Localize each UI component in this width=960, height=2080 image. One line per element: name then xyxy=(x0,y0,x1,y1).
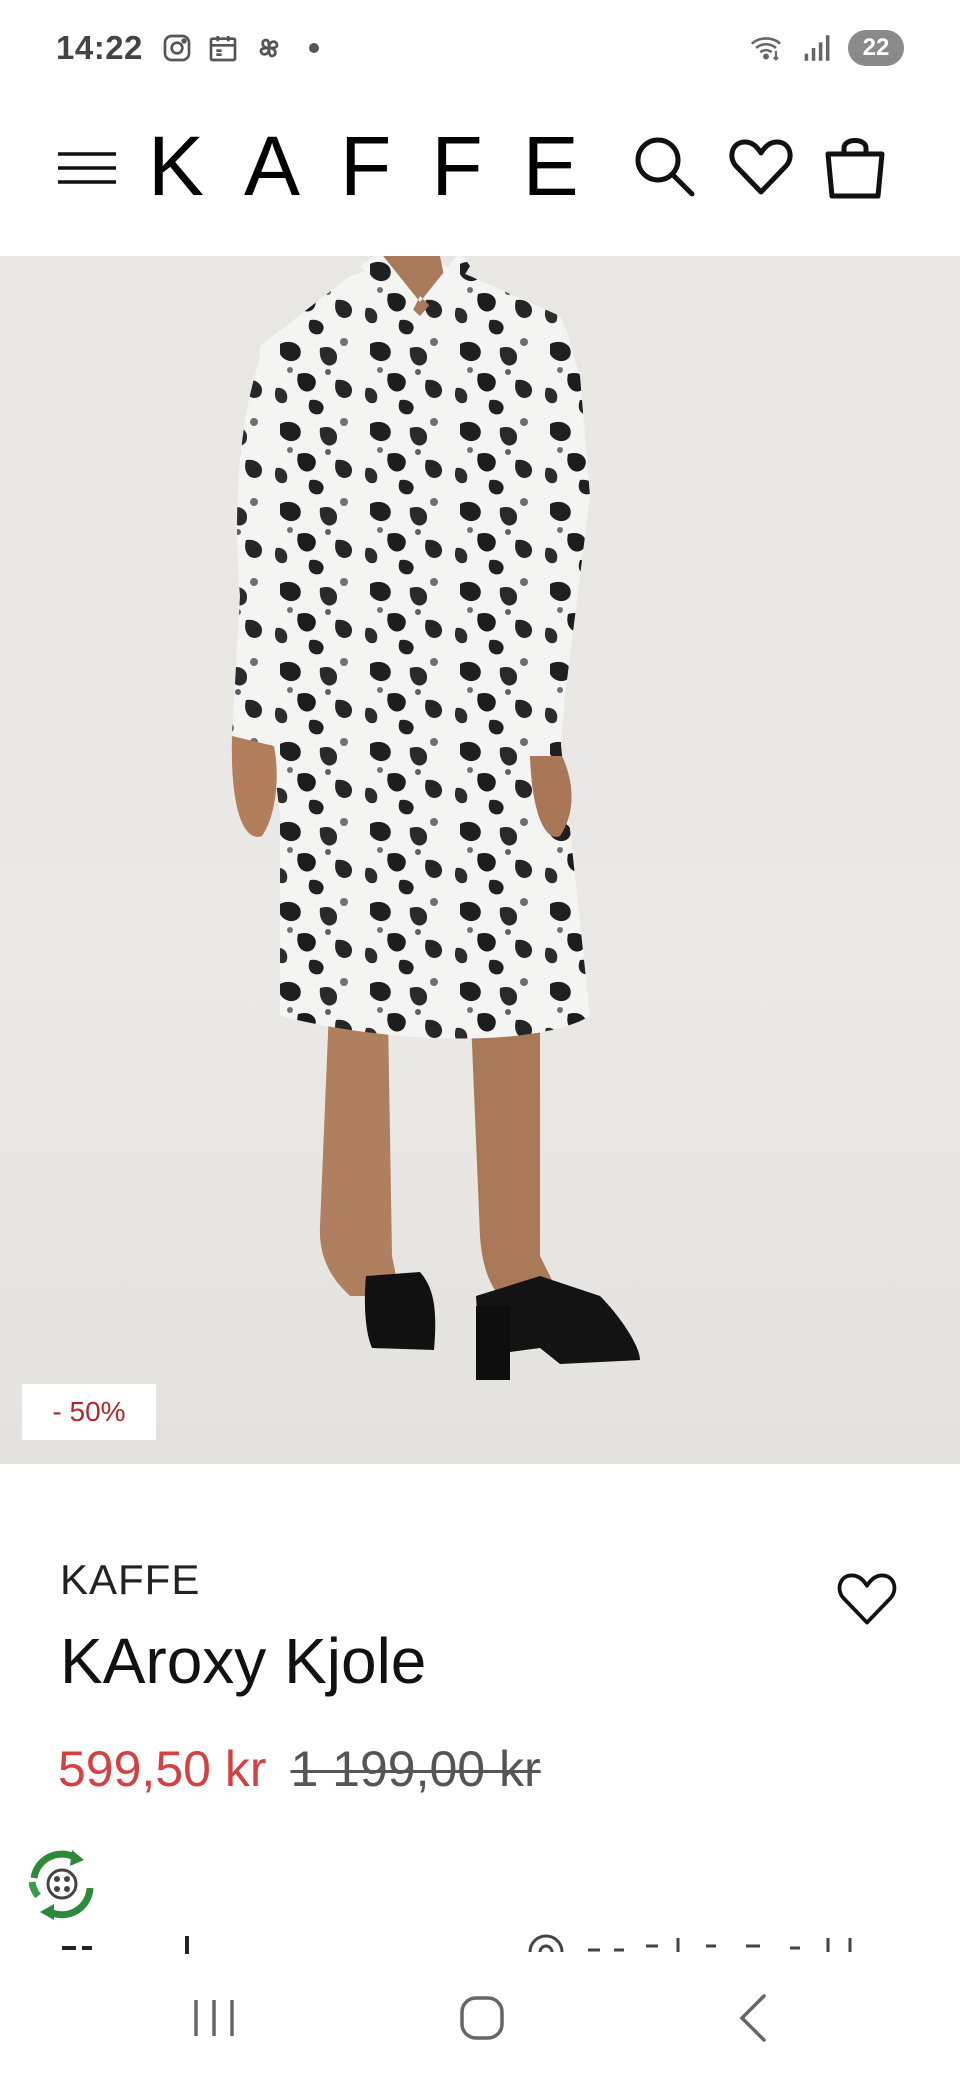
heart-icon[interactable] xyxy=(726,132,796,202)
home-icon[interactable] xyxy=(452,1990,512,2046)
more-notifications-dot xyxy=(308,43,319,53)
bag-icon[interactable] xyxy=(820,132,890,202)
notification-icons xyxy=(161,32,319,64)
status-bar: 14:22 22 xyxy=(0,0,960,96)
battery-indicator: 22 xyxy=(848,30,904,66)
status-time: 14:22 xyxy=(56,29,143,66)
site-header: KAFFE xyxy=(0,96,960,256)
menu-icon[interactable] xyxy=(58,148,116,188)
original-price: 1 199,00 kr xyxy=(290,1741,541,1797)
cutoff-content xyxy=(60,1934,900,1954)
product-image[interactable]: - 50% xyxy=(0,256,960,1464)
sale-price: 599,50 kr xyxy=(58,1741,267,1797)
instagram-icon xyxy=(163,34,191,62)
product-brand[interactable]: KAFFE xyxy=(60,1556,200,1604)
back-icon[interactable] xyxy=(724,1990,784,2046)
cutoff-left-glyphs xyxy=(62,1936,189,1954)
eco-badge-icon[interactable] xyxy=(20,1842,104,1926)
wishlist-heart-icon[interactable] xyxy=(834,1566,900,1632)
wifi-icon xyxy=(750,37,782,61)
system-nav-bar xyxy=(0,1954,960,2080)
signal-icon xyxy=(804,35,830,61)
product-title: KAroxy Kjole xyxy=(60,1625,427,1697)
discount-badge: - 50% xyxy=(22,1384,156,1440)
product-photo xyxy=(231,256,640,1380)
cutoff-right-glyphs xyxy=(528,1934,852,1953)
system-icons: 22 xyxy=(748,30,904,66)
search-icon[interactable] xyxy=(630,132,700,202)
pinwheel-icon xyxy=(259,38,279,58)
price-row: 599,50 kr 1 199,00 kr xyxy=(58,1740,541,1798)
brand-logo[interactable]: KAFFE xyxy=(148,124,619,208)
calendar-icon xyxy=(209,36,237,62)
recent-apps-icon[interactable] xyxy=(184,1990,244,2046)
